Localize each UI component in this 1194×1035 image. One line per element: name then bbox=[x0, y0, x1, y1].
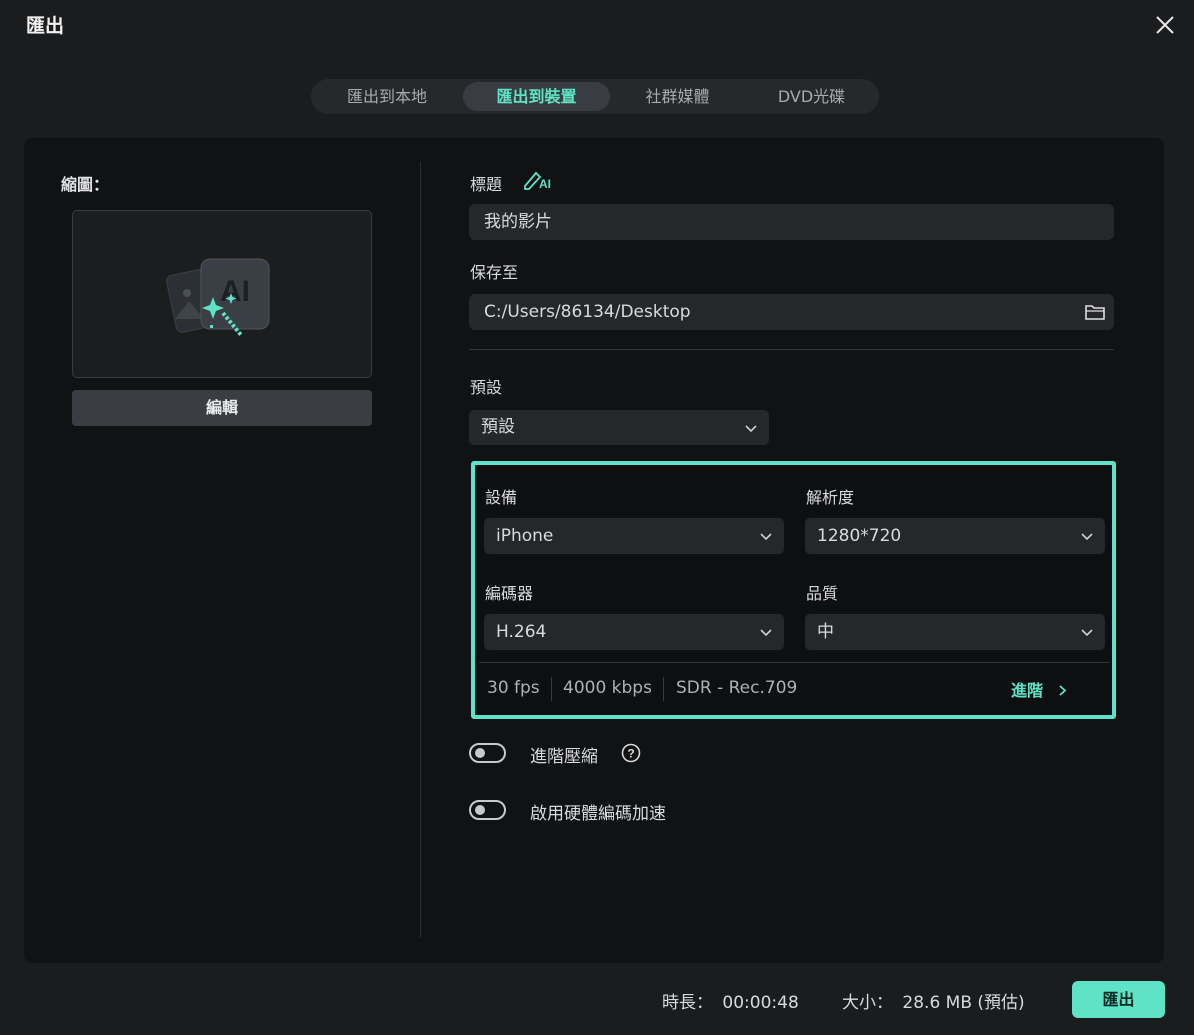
chevron-down-icon bbox=[1081, 629, 1093, 637]
info-separator bbox=[663, 677, 664, 701]
preset-label: 預設 bbox=[470, 378, 503, 397]
vertical-divider bbox=[420, 162, 421, 938]
edit-thumbnail-button[interactable]: 編輯 bbox=[72, 390, 372, 426]
duration-info: 時長： 00:00:48 bbox=[662, 988, 799, 1013]
folder-icon[interactable] bbox=[1084, 302, 1106, 322]
quality-dropdown[interactable]: 中 bbox=[805, 614, 1105, 650]
device-settings-box: 設備 iPhone 解析度 1280*720 編碼器 H.264 品質 中 30… bbox=[471, 461, 1116, 719]
help-icon[interactable]: ? bbox=[621, 743, 641, 763]
size-label: 大小： bbox=[842, 993, 893, 1013]
quality-dropdown-value: 中 bbox=[817, 622, 834, 642]
advanced-compression-label: 進階壓縮 bbox=[530, 747, 598, 767]
chevron-down-icon bbox=[760, 629, 772, 637]
encoder-label: 編碼器 bbox=[485, 584, 534, 603]
close-icon[interactable] bbox=[1152, 12, 1178, 38]
ai-badge: AI bbox=[539, 177, 551, 191]
export-tabs: 匯出到本地 匯出到裝置 社群媒體 DVD光碟 bbox=[311, 79, 879, 114]
advanced-settings-link[interactable]: 進階 bbox=[1011, 677, 1067, 701]
ai-image-icon: AI bbox=[166, 258, 270, 337]
toggle-knob bbox=[475, 748, 485, 758]
advanced-label: 進階 bbox=[1011, 681, 1044, 700]
preset-dropdown[interactable]: 預設 bbox=[469, 410, 769, 445]
duration-value: 00:00:48 bbox=[722, 993, 799, 1013]
svg-text:AI: AI bbox=[220, 275, 250, 308]
device-dropdown[interactable]: iPhone bbox=[484, 518, 784, 554]
device-dropdown-value: iPhone bbox=[496, 526, 554, 546]
title-input-value: 我的影片 bbox=[484, 212, 552, 232]
bitrate-info: 4000 kbps bbox=[563, 678, 652, 698]
hardware-acceleration-toggle[interactable] bbox=[469, 800, 506, 820]
title-label: 標題 bbox=[470, 175, 503, 194]
export-button[interactable]: 匯出 bbox=[1072, 981, 1165, 1018]
encoder-dropdown[interactable]: H.264 bbox=[484, 614, 784, 650]
device-label: 設備 bbox=[485, 488, 518, 507]
advanced-compression-toggle[interactable] bbox=[469, 743, 506, 763]
save-to-label: 保存至 bbox=[470, 263, 519, 282]
resolution-dropdown[interactable]: 1280*720 bbox=[805, 518, 1105, 554]
color-space-info: SDR - Rec.709 bbox=[676, 678, 798, 698]
quality-label: 品質 bbox=[806, 584, 839, 603]
tab-social-media[interactable]: 社群媒體 bbox=[611, 82, 744, 111]
chevron-down-icon bbox=[1081, 533, 1093, 541]
toggle-knob bbox=[475, 805, 485, 815]
duration-label: 時長： bbox=[662, 993, 713, 1013]
chevron-right-icon bbox=[1059, 685, 1067, 696]
ai-pen-icon: AI bbox=[524, 171, 551, 191]
encoder-dropdown-value: H.264 bbox=[496, 622, 547, 642]
thumbnail-label: 縮圖： bbox=[61, 175, 110, 194]
preset-dropdown-value: 預設 bbox=[481, 417, 515, 437]
window-title: 匯出 bbox=[26, 15, 65, 37]
tab-export-device[interactable]: 匯出到裝置 bbox=[463, 82, 610, 111]
svg-text:?: ? bbox=[627, 747, 634, 761]
resolution-label: 解析度 bbox=[806, 488, 855, 507]
info-separator bbox=[551, 677, 552, 701]
fps-info: 30 fps bbox=[487, 678, 540, 698]
section-divider bbox=[469, 349, 1114, 350]
size-info: 大小： 28.6 MB (預估) bbox=[842, 988, 1025, 1013]
hardware-acceleration-label: 啟用硬體編碼加速 bbox=[530, 804, 666, 824]
thumbnail-preview[interactable]: AI bbox=[72, 210, 372, 378]
chevron-down-icon bbox=[745, 424, 757, 432]
tab-dvd[interactable]: DVD光碟 bbox=[744, 82, 879, 111]
title-input[interactable]: 我的影片 bbox=[469, 204, 1114, 240]
size-value: 28.6 MB (預估) bbox=[902, 993, 1025, 1013]
tab-export-local[interactable]: 匯出到本地 bbox=[317, 82, 457, 111]
ai-title-button[interactable]: AI bbox=[522, 168, 552, 192]
save-path-value: C:/Users/86134/Desktop bbox=[484, 302, 691, 322]
chevron-down-icon bbox=[760, 533, 772, 541]
save-path-field[interactable]: C:/Users/86134/Desktop bbox=[469, 294, 1114, 330]
info-divider bbox=[479, 662, 1109, 663]
resolution-dropdown-value: 1280*720 bbox=[817, 526, 902, 546]
